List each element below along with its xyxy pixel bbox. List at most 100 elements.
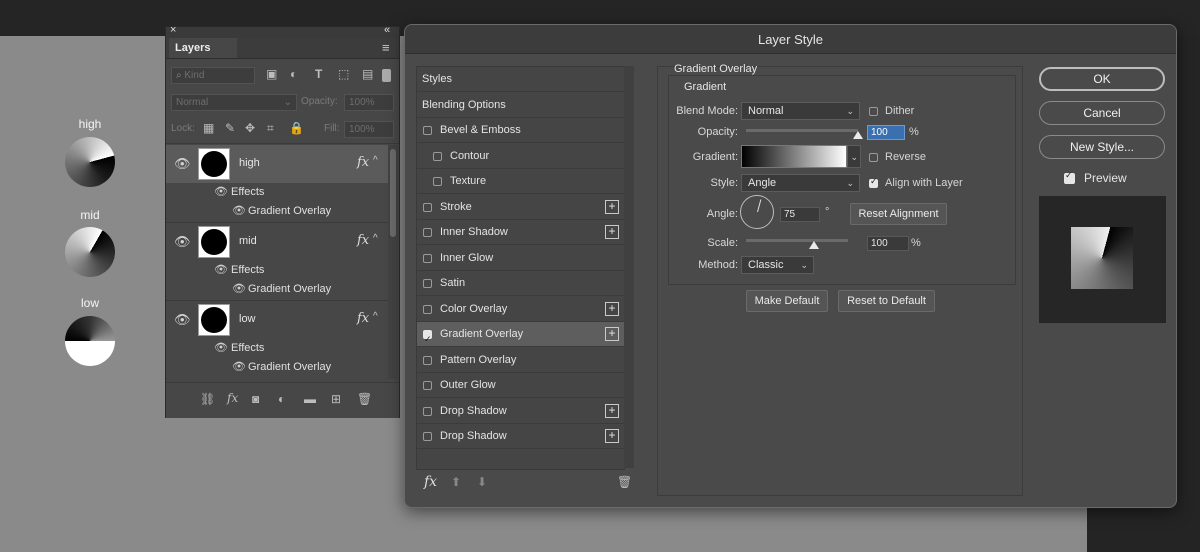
align-with-layer-checkbox[interactable] [869, 176, 878, 188]
style-item-texture[interactable]: Texture [417, 169, 624, 194]
method-dropdown[interactable]: Classic ⌄ [741, 256, 814, 274]
lock-paint-icon[interactable]: ✎ [225, 121, 235, 135]
gradient-swatch[interactable] [741, 145, 847, 168]
effect-gradient-overlay[interactable]: Gradient Overlay [248, 205, 331, 217]
delete-layer-icon[interactable]: 🗑 [357, 392, 372, 406]
filter-pixel-icon[interactable]: ▣ [266, 67, 277, 81]
style-item-gradient-overlay[interactable]: Gradient Overlay + [417, 322, 624, 351]
filter-type-icon[interactable]: T [315, 67, 322, 81]
add-instance-plus-icon[interactable]: + [605, 301, 619, 316]
style-item-inner-glow[interactable]: Inner Glow [417, 246, 624, 271]
link-layers-icon[interactable]: ⛓ [200, 392, 215, 406]
add-instance-plus-icon[interactable]: + [605, 225, 619, 239]
filter-shape-icon[interactable]: ⬚ [338, 67, 349, 81]
style-checkbox[interactable] [423, 126, 432, 135]
style-item-outer-glow[interactable]: Outer Glow [417, 373, 624, 398]
effect-eye-icon[interactable]: 👁 [232, 360, 246, 373]
new-group-folder-icon[interactable]: ▬ [304, 392, 316, 406]
new-style-button[interactable]: New Style... [1039, 135, 1165, 159]
layer-row-mid[interactable]: 👁 mid fx ^ 👁 Effects 👁 Gradient Overlay [166, 223, 388, 300]
style-checkbox[interactable] [423, 279, 432, 288]
visibility-eye-icon[interactable]: 👁 [174, 156, 191, 172]
fx-icon[interactable]: fx [357, 311, 369, 326]
styles-list-scrollbar[interactable] [624, 66, 634, 468]
angle-dial[interactable] [740, 195, 774, 229]
make-default-button[interactable]: Make Default [746, 290, 828, 312]
effects-eye-icon[interactable]: 👁 [214, 263, 228, 276]
gradient-picker-dropdown[interactable]: ⌄ [847, 145, 861, 168]
blend-mode-select[interactable]: Normal ⌄ [171, 94, 297, 111]
filter-adjustment-icon[interactable]: ◐ [290, 67, 297, 81]
dialog-titlebar[interactable]: Layer Style [405, 25, 1176, 54]
layer-name[interactable]: low [239, 313, 256, 325]
style-checkbox[interactable] [423, 228, 432, 237]
layer-name[interactable]: high [239, 157, 260, 169]
style-item-pattern-overlay[interactable]: Pattern Overlay [417, 348, 624, 373]
effect-gradient-overlay[interactable]: Gradient Overlay [248, 283, 331, 295]
tab-layers[interactable]: Layers [169, 38, 237, 58]
add-instance-plus-icon[interactable]: + [605, 327, 619, 341]
visibility-eye-icon[interactable]: 👁 [174, 234, 191, 250]
style-item-blending-options[interactable]: Blending Options [417, 93, 624, 118]
effect-gradient-overlay[interactable]: Gradient Overlay [248, 361, 331, 373]
reset-to-default-button[interactable]: Reset to Default [838, 290, 935, 312]
preview-checkbox[interactable] [1064, 170, 1075, 184]
layer-fill-field[interactable]: 100% [344, 121, 394, 138]
layer-row-low[interactable]: 👁 low fx ^ 👁 Effects 👁 Gradient Overlay [166, 301, 388, 378]
add-instance-plus-icon[interactable]: + [605, 429, 619, 443]
move-effect-down-icon[interactable]: ⬇ [477, 475, 487, 489]
style-checkbox[interactable] [423, 406, 432, 416]
style-item-inner-shadow[interactable]: Inner Shadow + [417, 220, 624, 245]
style-checkbox[interactable] [423, 304, 432, 314]
lock-transparency-icon[interactable]: ▦ [203, 121, 214, 135]
fx-icon[interactable]: fx [357, 233, 369, 248]
style-item-drop-shadow[interactable]: Drop Shadow + [417, 399, 624, 424]
layer-opacity-field[interactable]: 100% [344, 94, 394, 111]
style-checkbox[interactable] [433, 151, 442, 161]
dither-checkbox[interactable] [869, 107, 878, 116]
lock-artboard-icon[interactable]: ⌗ [267, 121, 274, 136]
angle-input[interactable]: 75 [780, 207, 820, 222]
add-style-fx-icon[interactable]: fx [227, 391, 238, 405]
effect-eye-icon[interactable]: 👁 [232, 282, 246, 295]
style-item-styles[interactable]: Styles [417, 67, 624, 92]
move-effect-up-icon[interactable]: ⬆ [451, 475, 461, 489]
style-checkbox[interactable] [423, 327, 432, 351]
opacity-slider[interactable] [746, 129, 863, 139]
gradient-style-dropdown[interactable]: Angle ⌄ [741, 174, 860, 192]
add-mask-icon[interactable]: ◙ [252, 392, 259, 406]
layer-row-high[interactable]: 👁 high fx ^ 👁 Effects 👁 Gradient Overlay [166, 145, 388, 222]
effects-eye-icon[interactable]: 👁 [214, 185, 228, 198]
collapse-effects-icon[interactable]: ^ [373, 155, 378, 166]
layers-scrollbar-thumb[interactable] [390, 149, 396, 237]
style-checkbox[interactable] [433, 177, 442, 186]
close-panel-icon[interactable]: × [170, 24, 176, 36]
style-item-color-overlay[interactable]: Color Overlay + [417, 297, 624, 322]
style-item-drop-shadow[interactable]: Drop Shadow + [417, 424, 624, 449]
scale-slider-knob[interactable] [809, 241, 819, 249]
panel-menu-icon[interactable]: ≡ [382, 40, 390, 55]
opacity-slider-knob[interactable] [853, 131, 863, 139]
scale-input[interactable]: 100 [867, 236, 909, 251]
lock-all-icon[interactable]: 🔒 [289, 121, 304, 135]
filter-toggle-icon[interactable] [382, 69, 391, 82]
collapse-effects-icon[interactable]: ^ [373, 233, 378, 244]
new-adjustment-icon[interactable]: ◐ [278, 392, 285, 406]
scale-slider[interactable] [746, 239, 848, 249]
lock-position-icon[interactable]: ✥ [245, 121, 255, 135]
style-checkbox[interactable] [423, 381, 432, 390]
effects-eye-icon[interactable]: 👁 [214, 341, 228, 354]
collapse-effects-icon[interactable]: ^ [373, 311, 378, 322]
style-item-satin[interactable]: Satin [417, 271, 624, 296]
reset-alignment-button[interactable]: Reset Alignment [850, 203, 947, 225]
filter-smart-object-icon[interactable]: ▤ [362, 67, 373, 81]
blend-mode-dropdown[interactable]: Normal ⌄ [741, 102, 860, 120]
collapse-panel-icon[interactable]: « [384, 24, 390, 36]
visibility-eye-icon[interactable]: 👁 [174, 312, 191, 328]
effect-eye-icon[interactable]: 👁 [232, 204, 246, 217]
style-item-contour[interactable]: Contour [417, 144, 624, 169]
style-checkbox[interactable] [423, 355, 432, 365]
layer-name[interactable]: mid [239, 235, 257, 247]
style-checkbox[interactable] [423, 253, 432, 263]
ok-button[interactable]: OK [1039, 67, 1165, 91]
